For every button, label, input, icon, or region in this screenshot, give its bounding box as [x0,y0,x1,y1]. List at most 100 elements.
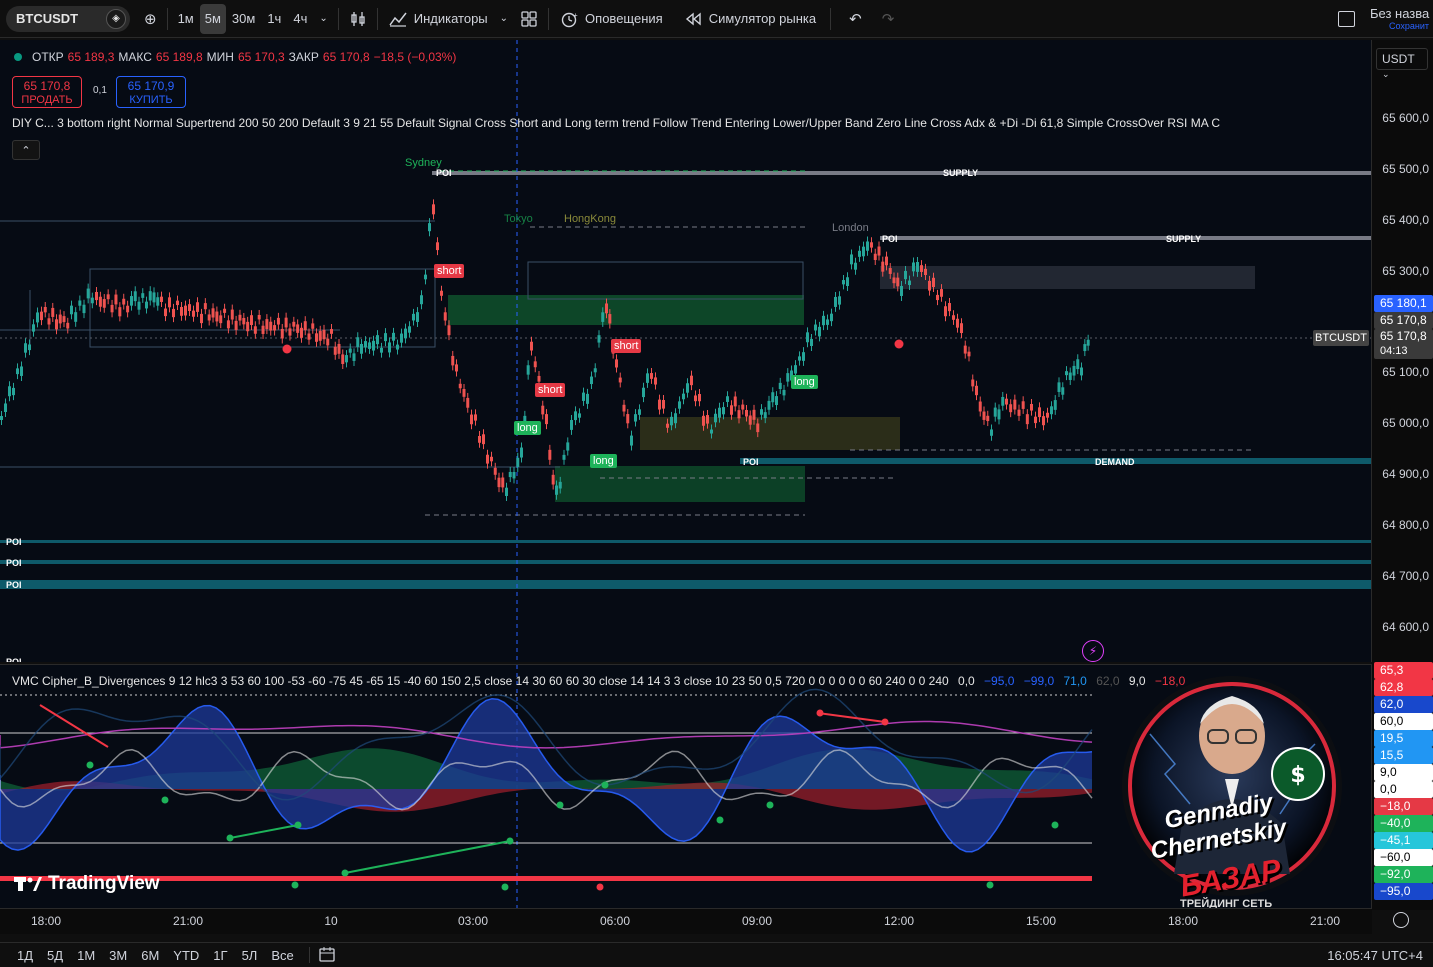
candle-body [533,361,537,368]
candle-body [474,414,477,421]
settings-gear-icon[interactable] [1393,912,1409,928]
candle-body [392,332,395,341]
range-button[interactable]: 3М [102,948,134,963]
candle-body [466,397,470,408]
candle-body [8,386,11,397]
oscillator-signal-dot [596,883,604,891]
redo-button[interactable]: ↷ [876,0,901,37]
price-axis[interactable]: 65 600,0 65 500,0 65 400,0 65 300,0 65 100,0… [1372,40,1433,910]
range-button[interactable]: 6М [134,948,166,963]
candle-body [242,317,246,325]
timeframe-1m[interactable]: 1м [172,0,200,37]
candle-body [778,382,782,390]
chevron-up-icon: ⌃ [21,144,31,157]
oscillator-signal-dot [161,796,169,804]
candle-body [196,302,199,312]
candle-body [384,333,387,342]
alerts-button[interactable]: + Оповещения [553,0,669,37]
time-axis[interactable]: 18:00 21:00 10 03:00 06:00 09:00 12:00 15:00 18:… [0,908,1372,934]
timeframe-dropdown[interactable]: ⌄ [313,0,333,37]
indicators-label: Индикаторы [413,11,488,26]
candle-body [333,346,337,355]
range-button[interactable]: Все [264,948,300,963]
candles-icon [351,11,365,26]
range-button[interactable]: 1Г [206,948,234,963]
indicators-dropdown[interactable]: ⌄ [494,0,514,37]
chart-type-button[interactable] [343,0,373,37]
clock[interactable]: 16:05:47 UTC+4 [1327,948,1423,963]
candle-body [908,280,911,286]
poi-label: POI [6,558,22,568]
poi-label: POI [6,657,22,662]
candle-body [360,343,363,354]
gray-zone [880,266,1255,289]
lightning-icon[interactable]: ⚡ [1082,640,1104,662]
symbol-search[interactable]: BTCUSDT ◈ [6,5,130,32]
candle-body [508,471,512,478]
sell-button[interactable]: 65 170,8 ПРОДАТЬ [12,76,82,108]
timeframe-5m[interactable]: 5м [199,3,226,34]
layout-name[interactable]: Без назва [1370,6,1429,21]
currency-selector[interactable]: USDT ⌄ [1376,48,1428,79]
range-button[interactable]: 1М [70,948,102,963]
diamond-icon[interactable]: ◈ [106,8,126,29]
collapse-legend-button[interactable]: ⌃ [12,140,40,160]
undo-button[interactable]: ↶ [843,0,868,37]
range-button[interactable]: 1Д [10,948,40,963]
candle-body [432,204,435,215]
symbol-name: BTCUSDT [16,11,79,26]
range-button[interactable]: 5Д [40,948,70,963]
candle-body [156,297,160,306]
replay-button[interactable]: Симулятор рынка [679,0,822,37]
candle-body [372,340,375,351]
templates-button[interactable] [514,0,544,37]
add-symbol-button[interactable]: ⊕ [138,0,163,37]
candle-body [562,454,566,460]
candle-body [763,412,767,419]
timeframe-4h[interactable]: 4ч [287,0,313,37]
candle-body [192,310,195,317]
candle-body [303,321,307,331]
oscillator-legend[interactable]: VMC Cipher_B_Divergences 9 12 hlc3 3 53 … [12,674,1252,688]
price-tick-label: 65 300,0 [1382,264,1429,278]
timeframe-30m[interactable]: 30м [226,0,261,37]
poi-label: POI [882,234,898,244]
range-button[interactable]: YTD [166,948,206,963]
oscillator-signal-dot [986,881,994,889]
oscillator-axis-badge: 19,5 [1374,730,1433,747]
buy-button[interactable]: 65 170,9 КУПИТЬ [116,76,186,108]
indicators-button[interactable]: Индикаторы [382,0,494,37]
oscillator-signal-dot [601,781,609,789]
candle-body [1030,404,1033,411]
candle-body [168,297,171,308]
candle-body [666,423,669,428]
candle-body [993,407,997,417]
tradingview-logo[interactable]: TradingView [14,873,160,895]
indicators-icon [389,12,407,27]
tradingview-icon [14,877,42,891]
candle-body [376,335,379,345]
candle-body [284,317,288,328]
range-button[interactable]: 5Л [235,948,265,963]
candle-body [990,429,993,436]
candle-body [858,250,861,257]
candle-body [482,434,485,445]
candle-body [846,277,849,286]
short-signal: short [535,383,566,397]
price-tick-label: 65 100,0 [1382,365,1429,379]
price-chart-canvas[interactable] [0,40,1372,662]
candle-body [826,319,829,325]
indicator-legend[interactable]: DIY C... 3 bottom right Normal Supertren… [12,116,1312,130]
candle-body [862,246,865,257]
session-box [89,268,436,348]
long-signal: long [590,454,617,468]
date-range-button[interactable] [318,946,336,965]
candle-body [501,477,505,488]
candle-body [420,295,423,305]
timeframe-1h[interactable]: 1ч [261,0,287,37]
candle-body [654,377,657,385]
price-tick-label: 64 600,0 [1382,620,1429,634]
candle-body [265,319,269,330]
main-chart-pane[interactable]: Sydney Tokyo HongKong London POI SUPPLY … [0,40,1372,662]
fullscreen-icon[interactable] [1338,11,1355,27]
